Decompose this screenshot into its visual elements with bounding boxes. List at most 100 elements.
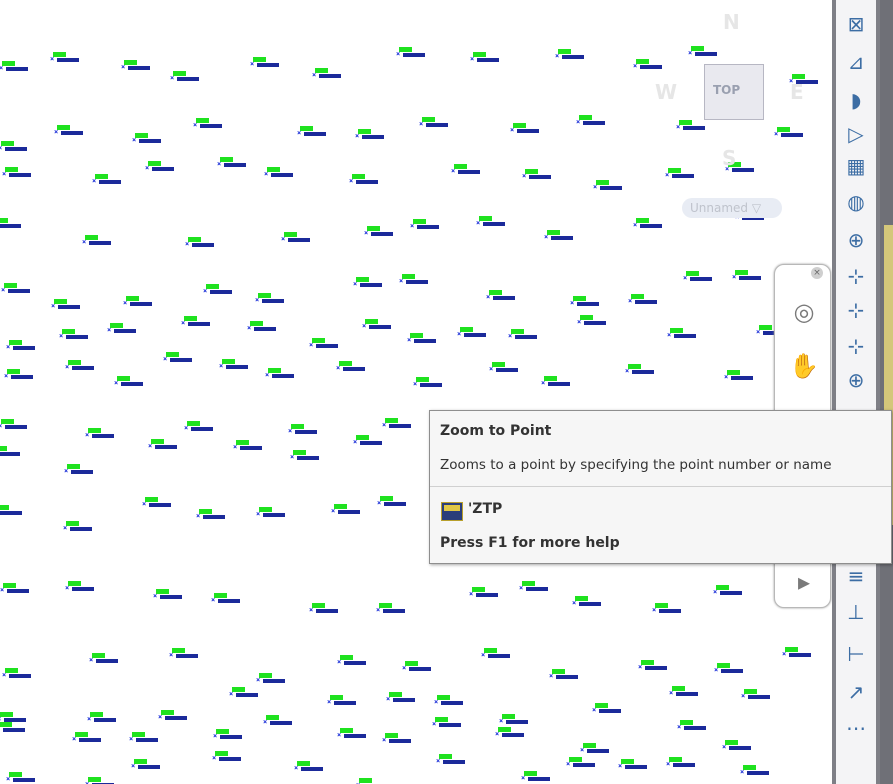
point-number-icon[interactable]: ⊹: [840, 294, 872, 326]
dimension-step-icon[interactable]: ≡: [840, 560, 872, 592]
steering-wheel-icon[interactable]: ◎: [787, 295, 821, 329]
survey-point[interactable]: ×: [476, 216, 524, 228]
survey-point[interactable]: ×: [331, 504, 379, 516]
survey-point[interactable]: ×: [337, 655, 385, 667]
survey-point[interactable]: ×: [355, 129, 403, 141]
survey-point[interactable]: ×: [233, 440, 281, 452]
survey-point[interactable]: ×: [181, 316, 229, 328]
survey-point[interactable]: ×: [92, 174, 140, 186]
survey-point[interactable]: ×: [123, 296, 171, 308]
survey-point[interactable]: ×: [6, 340, 54, 352]
polyline-icon[interactable]: ⊿: [840, 46, 872, 78]
survey-point[interactable]: ×: [65, 581, 113, 593]
grid-icon[interactable]: ⊕: [840, 224, 872, 256]
survey-point[interactable]: ×: [2, 668, 50, 680]
survey-point[interactable]: ×: [309, 603, 357, 615]
survey-point[interactable]: ×: [436, 754, 484, 766]
survey-point[interactable]: ×: [652, 603, 700, 615]
survey-point[interactable]: ×: [549, 669, 597, 681]
survey-point[interactable]: ×: [1, 283, 49, 295]
survey-point[interactable]: ×: [628, 294, 676, 306]
survey-point[interactable]: ×: [419, 117, 467, 129]
survey-point[interactable]: ×: [0, 218, 40, 230]
survey-point[interactable]: ×: [82, 235, 130, 247]
survey-point[interactable]: ×: [0, 446, 39, 458]
survey-point[interactable]: ×: [309, 338, 357, 350]
survey-point[interactable]: ×: [353, 435, 401, 447]
survey-point[interactable]: ×: [336, 361, 384, 373]
pan-hand-icon[interactable]: ✋: [787, 349, 821, 383]
survey-point[interactable]: ×: [470, 52, 518, 64]
survey-point[interactable]: ×: [59, 329, 107, 341]
zoom-to-point-icon[interactable]: ⊕: [840, 364, 872, 396]
survey-point[interactable]: ×: [566, 757, 614, 769]
survey-point[interactable]: ×: [0, 61, 47, 73]
survey-point[interactable]: ×: [212, 751, 260, 763]
point-icon[interactable]: ⊹: [840, 260, 872, 292]
ucs-menu[interactable]: Unnamed ▽: [682, 198, 782, 218]
survey-point[interactable]: ×: [170, 71, 218, 83]
survey-point[interactable]: ×: [142, 497, 190, 509]
survey-point[interactable]: ×: [410, 219, 458, 231]
survey-point[interactable]: ×: [666, 757, 714, 769]
survey-point[interactable]: ×: [217, 157, 265, 169]
survey-point[interactable]: ×: [481, 648, 529, 660]
survey-point[interactable]: ×: [396, 47, 444, 59]
aligned-dim-icon[interactable]: ⊢: [840, 638, 872, 670]
survey-point[interactable]: ×: [740, 765, 788, 777]
survey-point[interactable]: ×: [382, 418, 430, 430]
survey-point[interactable]: ×: [541, 376, 589, 388]
survey-point[interactable]: ×: [131, 759, 179, 771]
survey-point[interactable]: ×: [87, 712, 135, 724]
survey-point[interactable]: ×: [297, 126, 345, 138]
dimension-offset-icon[interactable]: ⊥: [840, 596, 872, 628]
survey-point[interactable]: ×: [107, 323, 155, 335]
survey-point[interactable]: ×: [413, 377, 461, 389]
survey-point[interactable]: ×: [263, 715, 311, 727]
survey-point[interactable]: ×: [294, 761, 342, 773]
survey-point[interactable]: ×: [337, 728, 385, 740]
survey-point[interactable]: ×: [185, 237, 233, 249]
survey-point[interactable]: ×: [577, 315, 625, 327]
survey-point[interactable]: ×: [114, 376, 162, 388]
survey-point[interactable]: ×: [713, 585, 761, 597]
survey-point[interactable]: ×: [469, 587, 517, 599]
survey-point[interactable]: ×: [544, 230, 592, 242]
quick-dim-icon[interactable]: ⋯: [840, 712, 872, 744]
survey-point[interactable]: ×: [255, 293, 303, 305]
globe-icon[interactable]: ◍: [840, 186, 872, 218]
survey-point[interactable]: ×: [312, 68, 360, 80]
survey-point[interactable]: ×: [667, 328, 715, 340]
survey-point[interactable]: ×: [618, 759, 666, 771]
survey-point[interactable]: ×: [256, 507, 304, 519]
survey-point[interactable]: ×: [290, 450, 338, 462]
arc-icon[interactable]: ◗: [840, 84, 872, 116]
navbar-close-button[interactable]: ×: [811, 267, 823, 279]
survey-point[interactable]: ×: [65, 360, 113, 372]
point-name-icon[interactable]: ⊹: [840, 330, 872, 362]
survey-point[interactable]: ×: [51, 299, 99, 311]
survey-point[interactable]: ×: [386, 692, 434, 704]
survey-point[interactable]: ×: [64, 464, 112, 476]
survey-point[interactable]: ×: [580, 743, 628, 755]
survey-point[interactable]: ×: [555, 49, 603, 61]
survey-point[interactable]: ×: [724, 370, 772, 382]
compass-north[interactable]: N: [723, 10, 740, 34]
compass-west[interactable]: W: [655, 80, 677, 104]
survey-point[interactable]: ×: [510, 123, 558, 135]
survey-point[interactable]: ×: [148, 439, 196, 451]
survey-point[interactable]: ×: [203, 284, 251, 296]
survey-point[interactable]: ×: [638, 660, 686, 672]
table-icon[interactable]: ▦: [840, 150, 872, 182]
survey-point[interactable]: ×: [432, 717, 480, 729]
survey-point[interactable]: ×: [264, 167, 312, 179]
survey-point[interactable]: ×: [219, 359, 267, 371]
survey-point[interactable]: ×: [451, 164, 499, 176]
survey-point[interactable]: ×: [281, 232, 329, 244]
survey-point[interactable]: ×: [489, 362, 537, 374]
survey-point[interactable]: ×: [362, 319, 410, 331]
survey-point[interactable]: ×: [499, 714, 547, 726]
survey-point[interactable]: ×: [0, 583, 48, 595]
survey-point[interactable]: ×: [213, 729, 261, 741]
survey-point[interactable]: ×: [486, 290, 534, 302]
